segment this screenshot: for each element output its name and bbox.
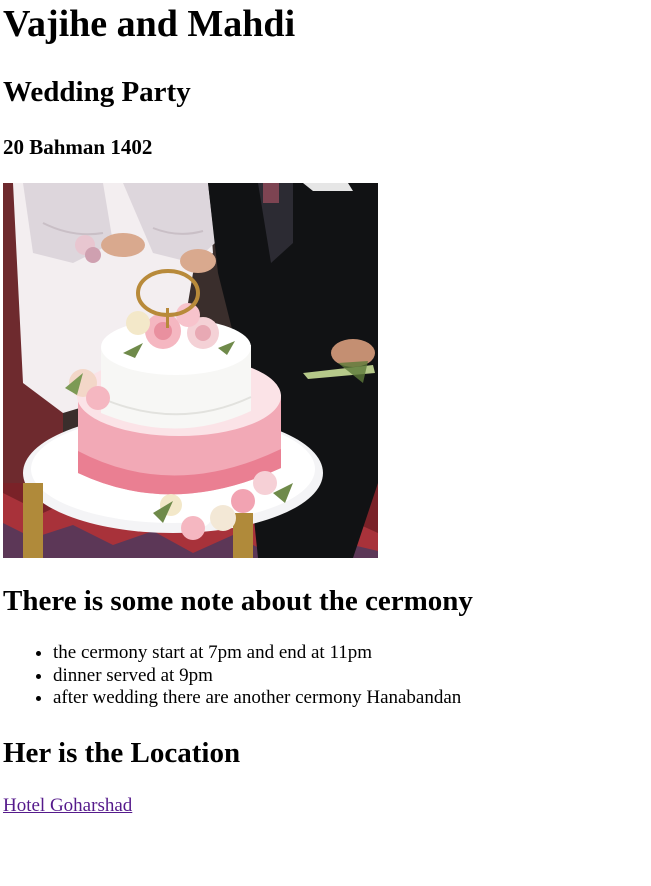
list-item: after wedding there are another cermony … [53,687,461,710]
wedding-invitation-page: Vajihe and Mahdi Wedding Party 20 Bahman… [0,0,651,886]
page-subtitle: Wedding Party [3,76,191,108]
location-heading: Her is the Location [3,737,241,769]
event-date: 20 Bahman 1402 [3,135,153,159]
wedding-cake-photo [3,183,378,558]
location-link[interactable]: Hotel Goharshad [3,795,132,817]
list-item: dinner served at 9pm [53,665,461,688]
notes-list: the cermony start at 7pm and end at 11pm… [0,642,461,710]
list-item: the cermony start at 7pm and end at 11pm [53,642,461,665]
page-title: Vajihe and Mahdi [3,3,296,45]
notes-heading: There is some note about the cermony [3,585,473,617]
